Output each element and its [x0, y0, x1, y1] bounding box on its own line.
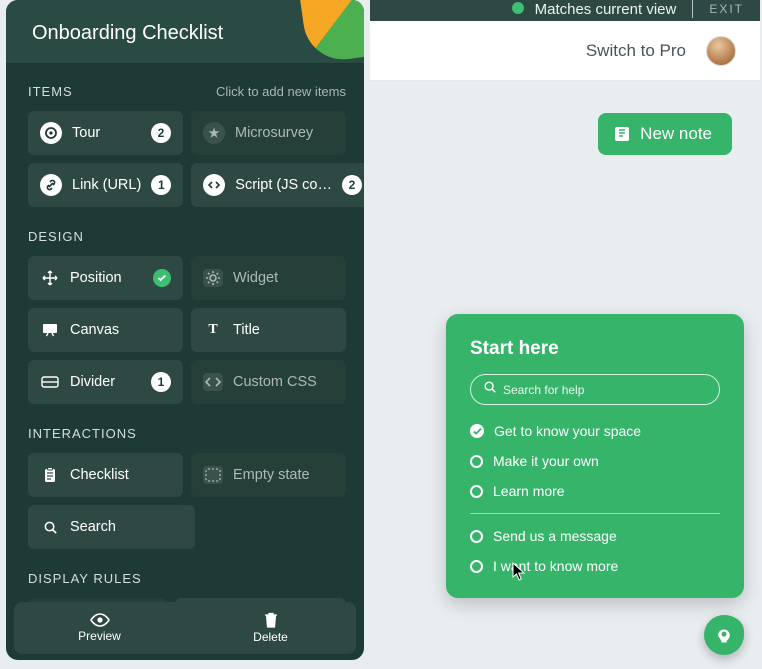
card-item-label: Get to know your space — [494, 423, 641, 439]
check-icon — [470, 424, 484, 438]
tile-label: Custom CSS — [233, 374, 334, 390]
canvas-icon — [40, 321, 60, 339]
clipboard-icon — [40, 466, 60, 484]
gear-icon — [203, 269, 223, 287]
tile-position[interactable]: Position — [28, 256, 183, 300]
tile-canvas[interactable]: Canvas — [28, 308, 183, 352]
move-icon — [40, 269, 60, 287]
tile-empty-state[interactable]: Empty state — [191, 453, 346, 497]
interactions-section-header: INTERACTIONS — [28, 426, 346, 441]
sidebar-bottom-bar: Preview Delete — [14, 602, 356, 654]
tile-label: Script (JS co… — [235, 177, 332, 193]
section-title: DESIGN — [28, 229, 84, 244]
section-hint[interactable]: Click to add new items — [216, 84, 346, 99]
divider-icon — [40, 373, 60, 391]
delete-label: Delete — [253, 630, 288, 644]
start-here-card: Start here Get to know your space Make i… — [446, 314, 744, 598]
card-item-3[interactable]: Send us a message — [470, 528, 720, 544]
star-icon: ★ — [203, 122, 225, 144]
card-item-label: I want to know more — [493, 558, 618, 574]
search-icon — [40, 518, 60, 536]
matches-label: Matches current view — [535, 1, 677, 18]
tile-label: Position — [70, 270, 143, 286]
tile-divider[interactable]: Divider 1 — [28, 360, 183, 404]
count-badge: 2 — [151, 123, 171, 143]
sidebar-header: Onboarding Checklist — [6, 0, 364, 64]
switch-to-pro-link[interactable]: Switch to Pro — [586, 41, 686, 61]
dashed-box-icon — [203, 466, 223, 484]
tile-widget[interactable]: Widget — [191, 256, 346, 300]
target-icon — [40, 122, 62, 144]
tile-label: Widget — [233, 270, 334, 286]
status-top-bar: Matches current view EXIT — [370, 0, 760, 18]
card-item-2[interactable]: Learn more — [470, 483, 720, 499]
divider-vertical — [692, 0, 693, 18]
delete-button[interactable]: Delete — [185, 602, 356, 654]
card-item-4[interactable]: I want to know more — [470, 558, 720, 574]
count-badge: 1 — [151, 175, 171, 195]
preview-label: Preview — [78, 629, 121, 643]
help-search-input[interactable] — [503, 383, 707, 397]
editor-sidebar: Onboarding Checklist ITEMS Click to add … — [6, 0, 364, 660]
card-title: Start here — [470, 338, 720, 360]
matches-indicator: Matches current view — [512, 1, 676, 18]
radio-icon — [470, 455, 483, 468]
app-bar: Switch to Pro — [370, 21, 760, 81]
tile-label: Empty state — [233, 467, 334, 483]
new-note-button[interactable]: New note — [598, 113, 732, 155]
tile-checklist[interactable]: Checklist — [28, 453, 183, 497]
tile-custom-css[interactable]: Custom CSS — [191, 360, 346, 404]
tile-title[interactable]: T Title — [191, 308, 346, 352]
tile-microsurvey[interactable]: ★ Microsurvey — [191, 111, 346, 155]
design-section-header: DESIGN — [28, 229, 346, 244]
card-divider — [470, 513, 720, 514]
radio-icon — [470, 560, 483, 573]
tile-label: Checklist — [70, 467, 171, 483]
code-icon — [203, 174, 225, 196]
card-item-0[interactable]: Get to know your space — [470, 423, 720, 439]
count-badge: 2 — [342, 175, 362, 195]
tile-tour[interactable]: Tour 2 — [28, 111, 183, 155]
search-icon — [483, 380, 497, 399]
tile-label: Divider — [70, 374, 141, 390]
section-title: ITEMS — [28, 84, 73, 99]
tile-script[interactable]: Script (JS co… 2 — [191, 163, 364, 207]
section-title: INTERACTIONS — [28, 426, 137, 441]
status-dot-icon — [512, 2, 524, 14]
code-icon — [203, 373, 223, 391]
tile-search[interactable]: Search — [28, 505, 195, 549]
help-search[interactable] — [470, 374, 720, 405]
link-icon — [40, 174, 62, 196]
tile-link-url[interactable]: Link (URL) 1 — [28, 163, 183, 207]
avatar[interactable] — [706, 36, 736, 66]
note-icon — [614, 126, 630, 142]
card-item-label: Make it your own — [493, 453, 599, 469]
tile-label: Link (URL) — [72, 177, 141, 193]
page-title: Onboarding Checklist — [32, 22, 338, 45]
section-title: DISPLAY RULES — [28, 571, 142, 586]
corner-decoration — [299, 0, 364, 65]
tile-label: Canvas — [70, 322, 171, 338]
tile-label: Microsurvey — [235, 125, 334, 141]
check-icon — [153, 269, 171, 287]
count-badge: 1 — [151, 372, 171, 392]
items-section-header: ITEMS Click to add new items — [28, 84, 346, 99]
tile-label: Search — [70, 519, 183, 535]
preview-button[interactable]: Preview — [14, 602, 185, 654]
radio-icon — [470, 530, 483, 543]
tile-label: Title — [233, 322, 334, 338]
tile-label: Tour — [72, 125, 141, 141]
radio-icon — [470, 485, 483, 498]
card-item-label: Send us a message — [493, 528, 617, 544]
help-fab[interactable] — [704, 615, 744, 655]
card-item-label: Learn more — [493, 483, 565, 499]
new-note-label: New note — [640, 124, 712, 144]
card-item-1[interactable]: Make it your own — [470, 453, 720, 469]
exit-button[interactable]: EXIT — [709, 2, 744, 16]
title-icon: T — [203, 321, 223, 339]
display-rules-section-header: DISPLAY RULES — [28, 571, 346, 586]
